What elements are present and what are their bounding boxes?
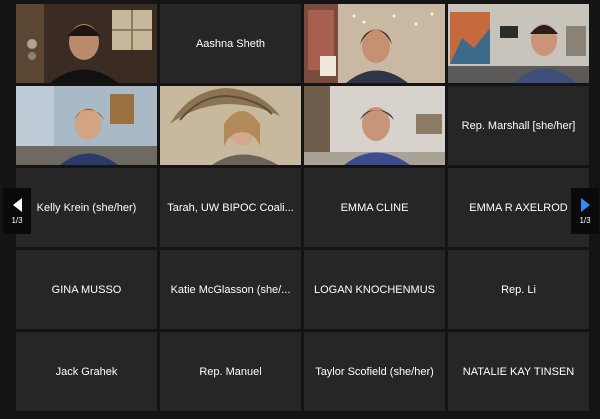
participant-video-feed (160, 86, 301, 165)
participant-name: Tarah, UW BIPOC Coali... (167, 201, 294, 214)
video-gallery: Aashna Sheth Rep. Marshall [she/her] Kel… (16, 4, 589, 415)
participant-name: GINA MUSSO (51, 283, 122, 296)
participant-video-tile[interactable] (448, 4, 589, 83)
previous-page-indicator: 1/3 (11, 215, 23, 225)
participant-name: LOGAN KNOCHENMUS (313, 283, 436, 296)
participant-name: NATALIE KAY TINSEN (462, 365, 575, 378)
next-page-button[interactable]: 1/3 (571, 188, 599, 234)
participant-tile[interactable]: Katie McGlasson (she/... (160, 250, 301, 329)
next-page-indicator: 1/3 (579, 215, 591, 225)
participant-tile[interactable]: NATALIE KAY TINSEN (448, 332, 589, 411)
participant-tile[interactable]: GINA MUSSO (16, 250, 157, 329)
participant-name: Taylor Scofield (she/her) (315, 365, 434, 378)
chevron-left-icon (12, 197, 22, 212)
participant-tile[interactable]: EMMA CLINE (304, 168, 445, 247)
participant-tile[interactable]: Kelly Krein (she/her) (16, 168, 157, 247)
participant-video-tile[interactable] (304, 86, 445, 165)
participant-name: Jack Grahek (55, 365, 118, 378)
participant-tile[interactable]: Rep. Marshall [she/her] (448, 86, 589, 165)
participant-tile[interactable]: LOGAN KNOCHENMUS (304, 250, 445, 329)
participant-video-feed (16, 4, 157, 83)
participant-name: EMMA CLINE (340, 201, 409, 214)
participant-tile[interactable]: Rep. Li (448, 250, 589, 329)
participant-tile[interactable]: EMMA R AXELROD (448, 168, 589, 247)
participant-name: Katie McGlasson (she/... (170, 283, 291, 296)
participant-tile[interactable]: Taylor Scofield (she/her) (304, 332, 445, 411)
participant-tile[interactable]: Tarah, UW BIPOC Coali... (160, 168, 301, 247)
participant-name: Rep. Manuel (199, 365, 262, 378)
participant-video-feed (304, 4, 445, 83)
participant-video-feed (448, 4, 589, 83)
participant-tile[interactable]: Jack Grahek (16, 332, 157, 411)
participant-name: Rep. Li (501, 283, 536, 296)
participant-video-tile[interactable] (304, 4, 445, 83)
active-speaker-video-tile[interactable] (160, 86, 301, 165)
participant-name: Rep. Marshall [she/her] (461, 119, 576, 132)
participant-name: EMMA R AXELROD (469, 201, 568, 214)
participant-name: Kelly Krein (she/her) (36, 201, 137, 214)
participant-video-tile[interactable] (16, 4, 157, 83)
participant-video-feed (304, 86, 445, 165)
chevron-right-icon (580, 197, 590, 212)
participant-video-tile[interactable] (16, 86, 157, 165)
participant-video-feed (16, 86, 157, 165)
participant-tile[interactable]: Aashna Sheth (160, 4, 301, 83)
participant-name: Aashna Sheth (195, 37, 266, 50)
previous-page-button[interactable]: 1/3 (3, 188, 31, 234)
participant-tile[interactable]: Rep. Manuel (160, 332, 301, 411)
